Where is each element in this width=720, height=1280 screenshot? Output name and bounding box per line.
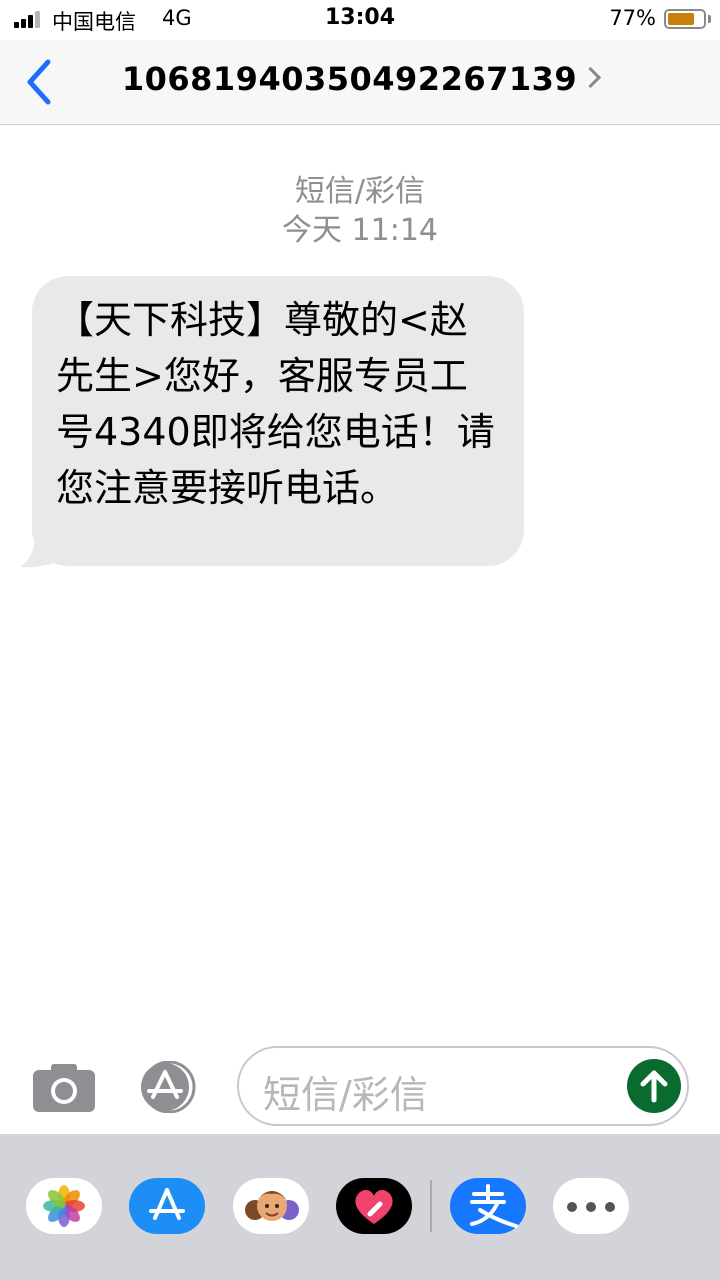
camera-icon (33, 1064, 95, 1112)
send-button[interactable] (627, 1059, 681, 1113)
status-bar: 中国电信 4G 13:04 77% (0, 0, 720, 40)
app-store-app-button[interactable] (129, 1178, 205, 1234)
digital-touch-icon (355, 1189, 393, 1224)
message-text: 【天下科技】尊敬的<赵先生>您好，客服专员工号4340即将给您电话！请您注意要接… (56, 298, 495, 510)
alipay-icon (470, 1184, 518, 1228)
incoming-message-bubble[interactable]: 【天下科技】尊敬的<赵先生>您好，客服专员工号4340即将给您电话！请您注意要接… (32, 276, 524, 566)
photos-icon (43, 1185, 85, 1227)
more-icon (567, 1202, 615, 1212)
message-type-label: 短信/彩信 (294, 174, 426, 209)
imessage-app-drawer (0, 1134, 720, 1280)
alipay-app-button[interactable] (450, 1178, 526, 1234)
app-store-icon (149, 1188, 185, 1220)
message-input[interactable]: 短信/彩信 (237, 1046, 689, 1126)
contact-title-button[interactable]: 1068194035049226713​9 (0, 60, 720, 98)
contact-number: 1068194035049226713​9 (121, 60, 578, 98)
chevron-right-icon (580, 66, 602, 88)
memoji-icon (245, 1191, 299, 1221)
battery-percentage: 77% (609, 6, 656, 30)
drawer-separator (430, 1180, 432, 1232)
battery-icon (664, 9, 706, 29)
battery-tip (708, 15, 711, 23)
more-apps-button[interactable] (553, 1178, 629, 1234)
message-input-placeholder: 短信/彩信 (263, 1073, 428, 1117)
camera-button[interactable] (33, 1062, 95, 1112)
app-store-icon (141, 1060, 196, 1114)
send-arrow-icon (640, 1070, 668, 1103)
battery-level (668, 13, 694, 25)
conversation-header: 1068194035049226713​9 (0, 40, 720, 125)
message-timestamp: 今天 11:14 (282, 213, 438, 248)
memoji-app-button[interactable] (233, 1178, 309, 1234)
photos-app-button[interactable] (26, 1178, 102, 1234)
digital-touch-app-button[interactable] (336, 1178, 412, 1234)
apps-button[interactable] (135, 1060, 205, 1114)
